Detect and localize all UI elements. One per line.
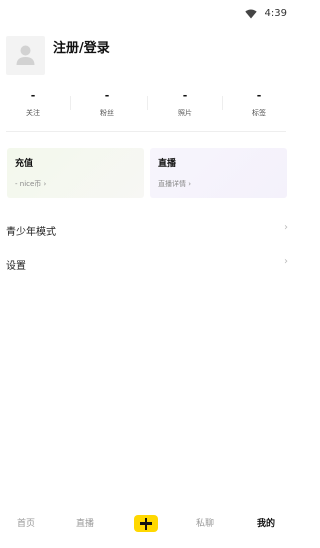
menu-item-teen-mode[interactable]: 青少年模式 › (6, 220, 290, 240)
menu-item-settings[interactable]: 设置 › (6, 254, 290, 274)
stat-photos-label: 照片 (178, 109, 192, 117)
stat-tags-value: - (256, 89, 262, 102)
chevron-right-icon: › (284, 222, 288, 233)
recharge-card[interactable]: 充值 - nice币 › (7, 148, 144, 198)
avatar[interactable] (6, 36, 45, 75)
nav-tab-messages[interactable]: 私聊 (196, 516, 214, 529)
user-avatar-icon (16, 45, 35, 65)
nav-tab-me[interactable]: 我的 (257, 516, 275, 529)
stat-following-value: - (30, 89, 36, 102)
stat-fans-value: - (104, 89, 110, 102)
live-details-link: 直播详情 › (158, 180, 192, 188)
stat-tags-label: 标签 (252, 109, 266, 117)
stats-row: - 关注 - 粉丝 - 照片 - 标签 (0, 90, 297, 120)
status-time: 4:39 (264, 8, 287, 19)
login-register-link[interactable]: 注册/登录 (53, 37, 110, 56)
wifi-icon (245, 9, 257, 19)
status-bar: 4:39 (0, 0, 297, 28)
recharge-balance: - nice币 › (15, 180, 47, 188)
menu-item-label: 青少年模式 (6, 227, 56, 238)
nav-tab-live[interactable]: 直播 (76, 516, 94, 529)
stat-fans-label: 粉丝 (100, 109, 114, 117)
menu-item-label: 设置 (6, 261, 26, 272)
profile-header[interactable]: 注册/登录 (6, 36, 286, 76)
add-button[interactable] (134, 515, 158, 532)
nav-tab-home[interactable]: 首页 (17, 516, 35, 529)
recharge-title: 充值 (15, 159, 34, 169)
stat-photos[interactable]: - 照片 (148, 90, 222, 118)
live-card[interactable]: 直播 直播详情 › (150, 148, 287, 198)
section-divider (6, 131, 286, 132)
stat-fans[interactable]: - 粉丝 (70, 90, 144, 118)
bottom-nav: 首页 直播 私聊 我的 (0, 510, 297, 538)
stat-following-label: 关注 (26, 109, 40, 117)
live-title: 直播 (158, 159, 177, 169)
stat-following[interactable]: - 关注 (0, 90, 70, 118)
stat-tags[interactable]: - 标签 (222, 90, 296, 118)
chevron-right-icon: › (284, 256, 288, 267)
plus-icon (144, 517, 148, 530)
stat-photos-value: - (182, 89, 188, 102)
